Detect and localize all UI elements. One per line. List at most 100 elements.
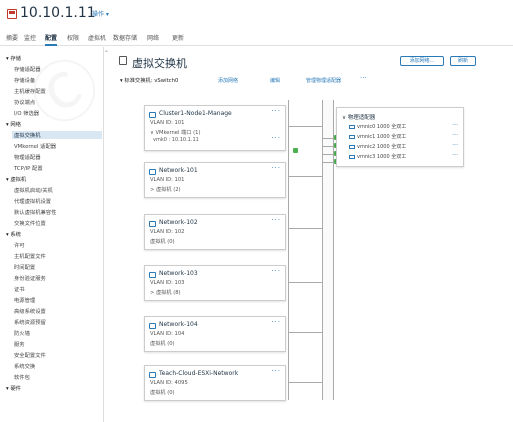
- portgroup-name: Network-102: [159, 219, 198, 226]
- sidebar-item[interactable]: 系统资源预留: [14, 318, 46, 326]
- sidebar-item[interactable]: 存储适配器: [14, 65, 41, 73]
- more-icon[interactable]: ···: [452, 122, 458, 129]
- sidebar-item[interactable]: 电源管理: [14, 296, 35, 304]
- sidebar-item[interactable]: 代理虚拟机设置: [14, 197, 51, 205]
- more-icon[interactable]: ···: [271, 318, 281, 326]
- port-status-icon: [293, 148, 298, 153]
- vlan-id: VLAN ID: 103: [150, 280, 185, 286]
- more-icon[interactable]: ···: [360, 74, 367, 82]
- nic-item[interactable]: vmnic2 1000 全双工: [349, 143, 406, 150]
- actions-menu[interactable]: 操作 ▾: [92, 9, 109, 18]
- sidebar-item[interactable]: TCP/IP 配置: [14, 164, 43, 172]
- sidebar-item[interactable]: 时间配置: [14, 263, 35, 271]
- more-icon[interactable]: ···: [271, 134, 281, 142]
- portgroup-name: Cluster1-Node1-Manage: [159, 110, 232, 117]
- sidebar-item[interactable]: 服务: [14, 340, 25, 348]
- portgroup-card[interactable]: Network-104 VLAN ID: 104 虚拟机 (0) ···: [144, 316, 286, 352]
- edit-link[interactable]: 编辑: [270, 77, 280, 84]
- refresh-button[interactable]: 刷新: [450, 56, 476, 66]
- sidebar-item[interactable]: I/O 筛选器: [14, 109, 39, 117]
- sidebar-item[interactable]: 安全配置文件: [14, 351, 46, 359]
- tab-datastores[interactable]: 数据存储: [113, 33, 137, 42]
- connector-lines: [288, 100, 325, 400]
- sidebar-item[interactable]: 主机缓存配置: [14, 87, 46, 95]
- physical-adapters-title[interactable]: ∨ 物理适配器: [342, 113, 375, 121]
- vm-count: 虚拟机 (0): [150, 239, 175, 245]
- more-icon[interactable]: ···: [452, 152, 458, 159]
- tab-updates[interactable]: 更新: [172, 33, 184, 42]
- host-title: 10.10.1.11: [20, 5, 96, 21]
- sidebar-item[interactable]: 协议端点: [14, 98, 35, 106]
- switch-header[interactable]: ▾ 标准交换机: vSwitch0: [120, 76, 178, 84]
- tab-configure[interactable]: 配置: [45, 33, 58, 46]
- sidebar-item[interactable]: 存储设备: [14, 76, 35, 84]
- nic-item[interactable]: vmnic3 1000 全双工: [349, 153, 406, 160]
- sidebar-group-vm[interactable]: ▾ 虚拟机: [6, 175, 26, 183]
- sidebar-item[interactable]: 软件包: [14, 373, 30, 381]
- vlan-id: VLAN ID: 101: [150, 120, 185, 126]
- sidebar-group-network[interactable]: ▾ 网络: [6, 120, 21, 128]
- sidebar-item[interactable]: 证书: [14, 285, 25, 293]
- network-icon: [149, 221, 156, 227]
- sidebar-group-hardware[interactable]: ▾ 硬件: [6, 384, 21, 392]
- sidebar-item[interactable]: 交换文件位置: [14, 219, 46, 227]
- portgroup-card[interactable]: Network-103 VLAN ID: 103 > 虚拟机 (8) ···: [144, 265, 286, 301]
- more-icon[interactable]: ···: [271, 267, 281, 275]
- more-icon[interactable]: ···: [271, 367, 281, 375]
- more-icon[interactable]: ···: [452, 142, 458, 149]
- tab-vms[interactable]: 虚拟机: [88, 33, 106, 42]
- nic-icon: [349, 154, 355, 159]
- network-icon: [149, 272, 156, 278]
- sidebar-item[interactable]: 物理适配器: [14, 153, 41, 161]
- tab-permissions[interactable]: 权限: [67, 33, 79, 42]
- more-icon[interactable]: ···: [271, 164, 281, 172]
- page-title: 虚拟交换机: [132, 57, 187, 70]
- network-icon: [149, 169, 156, 175]
- nic-item[interactable]: vmnic1 1000 全双工: [349, 133, 406, 140]
- sidebar-item[interactable]: 系统交换: [14, 362, 35, 370]
- portgroup-card[interactable]: Cluster1-Node1-Manage VLAN ID: 101 ∨ VMk…: [144, 105, 286, 151]
- add-network-button[interactable]: 添加网络...: [400, 56, 444, 66]
- vlan-id: VLAN ID: 101: [150, 177, 185, 183]
- tab-monitor[interactable]: 监控: [24, 33, 36, 42]
- vm-count: 虚拟机 (0): [150, 341, 175, 347]
- portgroup-name: Network-104: [159, 321, 198, 328]
- more-icon[interactable]: ···: [452, 132, 458, 139]
- header: 10.10.1.11 操作 ▾: [0, 0, 513, 32]
- portgroup-card[interactable]: Network-101 VLAN ID: 101 > 虚拟机 (2) ···: [144, 162, 286, 198]
- sidebar-group-storage[interactable]: ▾ 存储: [6, 54, 21, 62]
- vm-count: 虚拟机 (0): [150, 390, 175, 396]
- tab-summary[interactable]: 摘要: [6, 33, 18, 42]
- sidebar-item[interactable]: 默认虚拟机兼容性: [14, 208, 56, 216]
- more-icon[interactable]: ···: [271, 107, 281, 115]
- portgroup-name: Network-103: [159, 270, 198, 277]
- sidebar-group-system[interactable]: ▾ 系统: [6, 230, 21, 238]
- more-icon[interactable]: ···: [271, 216, 281, 224]
- network-icon: [149, 112, 156, 118]
- vm-count[interactable]: > 虚拟机 (2): [150, 186, 181, 193]
- sidebar-item-virtual-switches[interactable]: 虚拟交换机: [12, 131, 102, 139]
- tab-networks[interactable]: 网络: [147, 33, 159, 42]
- add-network-link[interactable]: 添加网络: [218, 77, 238, 84]
- portgroup-card[interactable]: Network-102 VLAN ID: 102 虚拟机 (0) ···: [144, 214, 286, 250]
- sidebar-item[interactable]: 防火墙: [14, 329, 30, 337]
- portgroup-card[interactable]: Teach-Cloud-ESXi-Network VLAN ID: 4095 虚…: [144, 365, 286, 401]
- sidebar-item[interactable]: 许可: [14, 241, 25, 249]
- sidebar-item[interactable]: 虚拟机启动/关机: [14, 186, 53, 194]
- switch-bar: [322, 100, 335, 400]
- vmkernel-ports[interactable]: ∨ VMkernel 端口 (1): [150, 129, 200, 136]
- vm-count[interactable]: > 虚拟机 (8): [150, 289, 181, 296]
- scroll-up-icon[interactable]: ⌃: [104, 50, 109, 57]
- config-sidebar: ▾ 存储 存储适配器 存储设备 主机缓存配置 协议端点 I/O 筛选器 ▾ 网络…: [0, 47, 104, 422]
- vlan-id: VLAN ID: 104: [150, 331, 185, 337]
- tab-bar: 摘要 监控 配置 权限 虚拟机 数据存储 网络 更新: [0, 32, 513, 46]
- nic-item[interactable]: vmnic0 1000 全双工: [349, 123, 406, 130]
- sidebar-item[interactable]: 高级系统设置: [14, 307, 46, 315]
- manage-adapters-link[interactable]: 管理物理适配器: [306, 77, 341, 84]
- nic-icon: [349, 134, 355, 139]
- sidebar-item[interactable]: VMkernel 适配器: [14, 142, 56, 150]
- switch-icon: [119, 56, 127, 65]
- sidebar-item[interactable]: 主机配置文件: [14, 252, 46, 260]
- sidebar-item[interactable]: 身份验证服务: [14, 274, 46, 282]
- nic-icon: [349, 144, 355, 149]
